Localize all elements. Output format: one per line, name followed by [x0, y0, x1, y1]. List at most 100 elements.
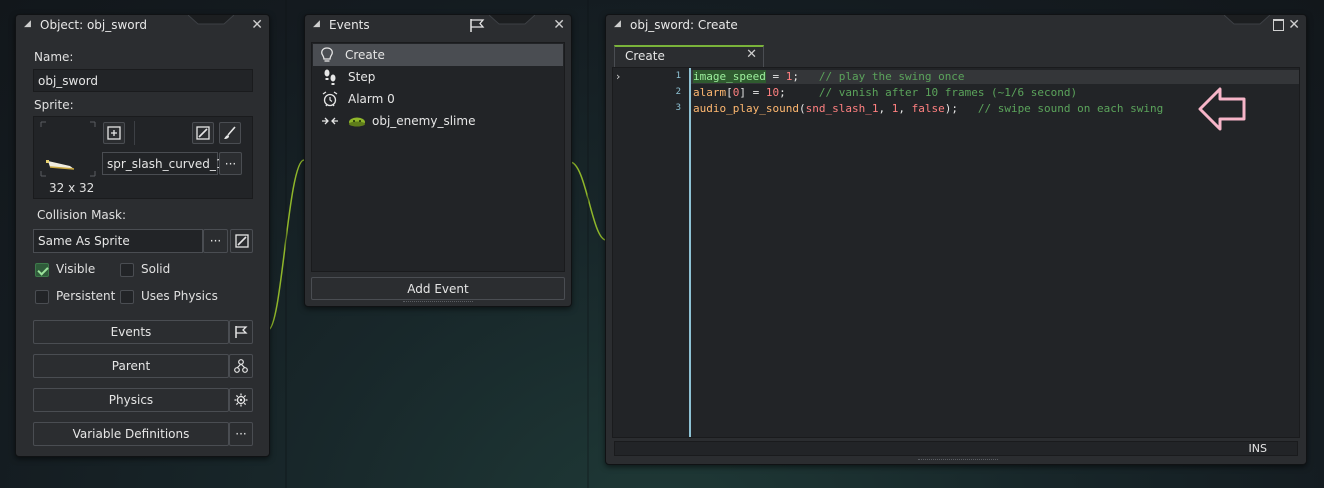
event-item-step[interactable]: Step — [316, 66, 567, 88]
new-sprite-button[interactable] — [103, 122, 125, 144]
add-event-button[interactable]: Add Event — [311, 277, 565, 300]
uses-physics-label: Uses Physics — [141, 289, 218, 303]
lightbulb-icon — [317, 47, 337, 63]
code-token: = — [765, 70, 786, 83]
edit-image-icon — [234, 234, 249, 248]
event-item-alarm-0[interactable]: Alarm 0 — [316, 88, 567, 110]
resize-grip[interactable] — [403, 301, 473, 305]
close-icon[interactable]: ✕ — [1288, 17, 1300, 33]
paint-sprite-button[interactable] — [219, 122, 241, 144]
collision-mask-browse-button[interactable]: ··· — [203, 229, 228, 253]
event-label: obj_enemy_slime — [372, 114, 476, 128]
code-editor-window: ◢ obj_sword: Create ✕ Create ✕ › 1 image_… — [605, 14, 1307, 465]
titlebar-notch — [489, 15, 535, 25]
events-window: ◢ Events ✕ Create Step Alarm 0 obj_enemy… — [304, 14, 572, 307]
solid-checkbox[interactable] — [120, 263, 134, 277]
titlebar-notch — [188, 15, 234, 25]
titlebar-notch — [1224, 15, 1270, 25]
alarm-clock-icon — [320, 91, 340, 107]
hierarchy-icon — [234, 359, 248, 373]
physics-settings-button[interactable] — [229, 388, 253, 412]
close-tab-icon[interactable]: ✕ — [746, 47, 757, 62]
status-bar: INS — [614, 441, 1298, 456]
code-token: // vanish after 10 frames (~1/6 second) — [818, 86, 1078, 99]
tab-label: Create — [625, 49, 665, 63]
collapse-triangle-icon[interactable]: ◢ — [24, 19, 31, 29]
flag-icon — [235, 326, 248, 338]
new-sprite-icon — [107, 126, 121, 140]
events-button[interactable]: Events — [33, 320, 229, 344]
paintbrush-icon — [224, 126, 236, 139]
event-item-create[interactable]: Create — [313, 44, 563, 66]
solid-label: Solid — [141, 262, 171, 276]
slime-sprite-icon — [348, 115, 366, 127]
sprite-preview[interactable] — [40, 121, 96, 177]
events-flag-button[interactable] — [229, 320, 253, 344]
sprite-select[interactable]: spr_slash_curved_1 — [102, 152, 223, 175]
resize-grip[interactable] — [918, 459, 998, 463]
code-token: ); — [944, 102, 978, 115]
sprite-label: Sprite: — [34, 98, 74, 112]
edit-image-icon — [196, 126, 210, 140]
gutter — [613, 68, 691, 437]
flag-icon[interactable] — [469, 18, 485, 36]
code-token: , — [878, 102, 892, 115]
persistent-checkbox[interactable] — [35, 290, 49, 304]
footsteps-icon — [320, 69, 340, 85]
sprite-size-label: 32 x 32 — [49, 181, 95, 195]
event-list: Create Step Alarm 0 obj_enemy_slime — [311, 42, 565, 272]
gear-icon — [234, 393, 248, 407]
sprite-thumbnail-icon — [40, 121, 96, 177]
event-label: Alarm 0 — [348, 92, 395, 106]
name-input[interactable]: obj_sword — [33, 69, 253, 92]
collapse-triangle-icon[interactable]: ◢ — [614, 19, 621, 29]
parent-button[interactable]: Parent — [33, 354, 229, 378]
code-text: audio_play_sound(snd_slash_1, 1, false);… — [693, 102, 1163, 115]
uses-physics-checkbox[interactable] — [120, 290, 134, 304]
collision-icon — [320, 116, 340, 126]
code-token: image_speed — [693, 70, 766, 83]
collision-mask-label: Collision Mask: — [37, 208, 127, 222]
event-label: Create — [345, 48, 385, 62]
event-item-collision-enemy-slime[interactable]: obj_enemy_slime — [316, 110, 567, 132]
edit-sprite-button[interactable] — [192, 122, 214, 144]
physics-button[interactable]: Physics — [33, 388, 229, 412]
variable-definitions-button[interactable]: Variable Definitions — [33, 422, 229, 446]
collision-mask-select[interactable]: Same As Sprite — [33, 229, 203, 253]
parent-hierarchy-button[interactable] — [229, 354, 253, 378]
code-token: ; — [779, 86, 819, 99]
persistent-label: Persistent — [56, 289, 116, 303]
code-window-titlebar[interactable]: ◢ obj_sword: Create ✕ — [606, 15, 1306, 35]
window-title: Object: obj_sword — [40, 18, 147, 32]
close-icon[interactable]: ✕ — [251, 17, 263, 33]
pink-arrow-icon — [1196, 83, 1248, 138]
window-title: obj_sword: Create — [630, 18, 738, 32]
variable-definitions-more-button[interactable]: ··· — [229, 422, 253, 446]
line-number: 3 — [675, 103, 681, 113]
sprite-browse-button[interactable]: ··· — [219, 152, 242, 175]
maximize-icon[interactable] — [1273, 19, 1284, 31]
code-token: false — [911, 102, 945, 115]
tab-create[interactable]: Create ✕ — [614, 45, 764, 67]
edit-collision-mask-button[interactable] — [230, 229, 253, 253]
code-token: snd_slash_1 — [805, 102, 879, 115]
visible-label: Visible — [56, 262, 96, 276]
code-token: audio_play_sound — [693, 102, 799, 115]
code-token: 10 — [765, 86, 780, 99]
event-label: Step — [348, 70, 376, 84]
collapse-triangle-icon[interactable]: ◢ — [313, 19, 320, 29]
code-text: image_speed = 1; // play the swing once — [693, 70, 965, 83]
divider — [134, 121, 135, 145]
code-token: ] = — [739, 86, 766, 99]
code-token: [ — [726, 86, 733, 99]
line-number: 1 — [675, 71, 681, 81]
close-icon[interactable]: ✕ — [553, 17, 565, 33]
code-token: ( — [798, 102, 806, 115]
insert-mode-indicator: INS — [1248, 442, 1267, 455]
code-token: // play the swing once — [818, 70, 965, 83]
window-title: Events — [329, 18, 370, 32]
visible-checkbox[interactable] — [35, 263, 49, 277]
code-token: alarm — [693, 86, 727, 99]
object-window: ◢ Object: obj_sword ✕ Name: obj_sword Sp… — [15, 14, 270, 457]
name-label: Name: — [34, 50, 74, 64]
